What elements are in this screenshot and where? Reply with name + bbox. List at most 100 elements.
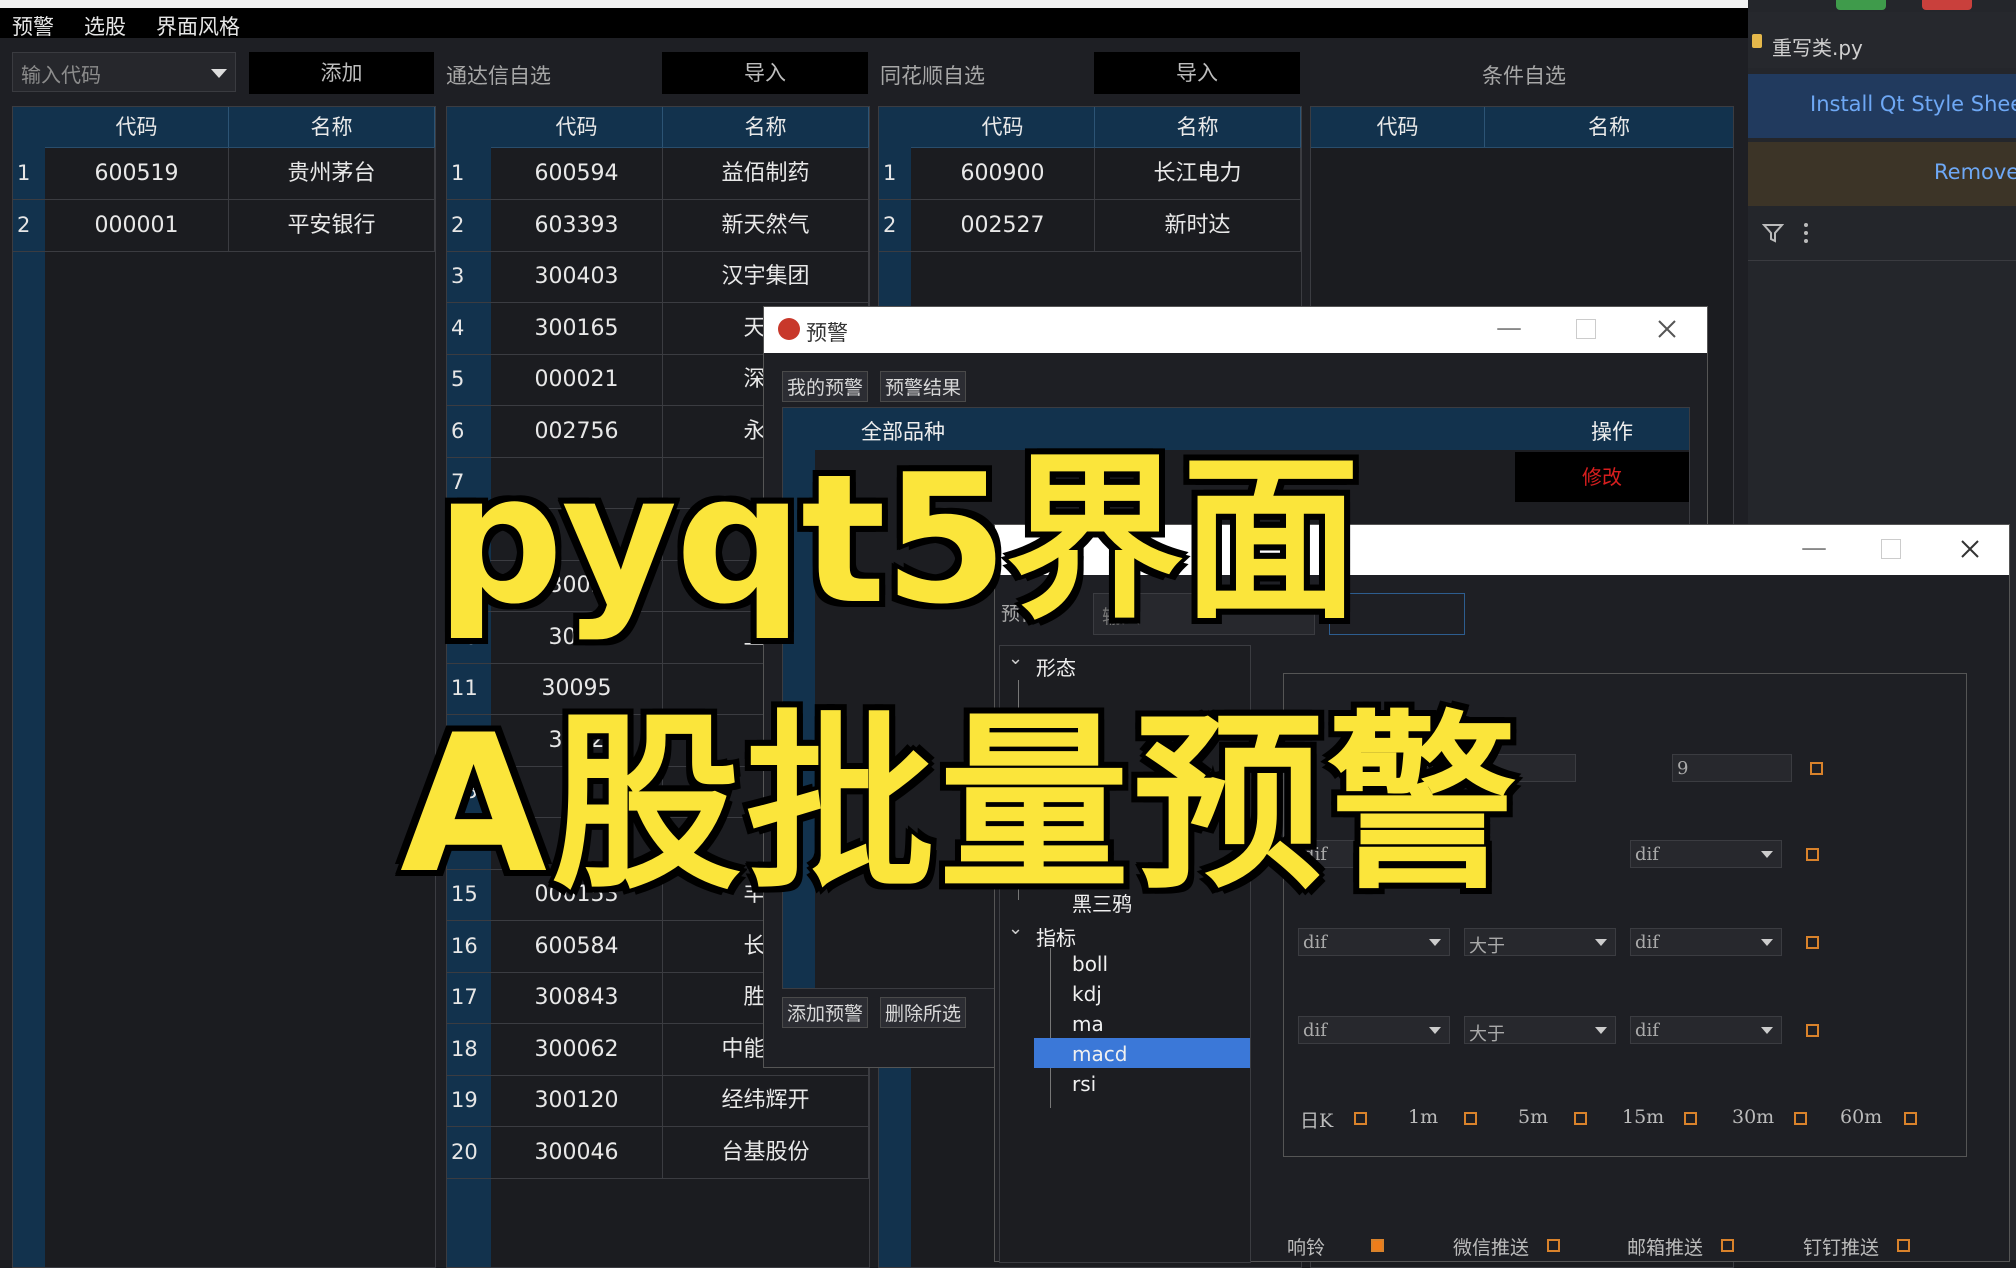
delete-selected-button[interactable]: 删除所选 bbox=[880, 997, 967, 1028]
more-vertical-icon[interactable] bbox=[1802, 222, 1810, 244]
cell-code[interactable]: 300843 bbox=[491, 972, 663, 1023]
cell-name[interactable]: 汉宇集团 bbox=[663, 251, 869, 302]
notify-email-checkbox[interactable] bbox=[1721, 1239, 1734, 1252]
table-row[interactable]: 20 300046 台基股份 bbox=[447, 1126, 869, 1179]
period-30m-checkbox[interactable] bbox=[1794, 1112, 1807, 1125]
row1-right-select[interactable]: dif bbox=[1630, 840, 1782, 868]
column-name[interactable]: 名称 bbox=[229, 107, 435, 147]
row3-op-select[interactable]: 大于 bbox=[1464, 1016, 1616, 1045]
row2-op-select[interactable]: 大于 bbox=[1464, 928, 1616, 957]
ths-import-button[interactable]: 导入 bbox=[1094, 52, 1300, 94]
cell-name[interactable]: 益佰制药 bbox=[663, 148, 869, 199]
cell-code[interactable]: 603393 bbox=[491, 199, 663, 251]
maximize-icon[interactable] bbox=[1576, 319, 1596, 339]
row3-checkbox[interactable] bbox=[1806, 1024, 1819, 1037]
red-button[interactable] bbox=[1922, 0, 1972, 10]
add-button[interactable]: 添加 bbox=[249, 52, 434, 94]
table-row[interactable]: 1 600900 长江电力 bbox=[879, 148, 1301, 200]
minimize-icon[interactable]: — bbox=[1801, 533, 1827, 563]
chevron-down-icon[interactable] bbox=[1761, 939, 1773, 946]
notify-ring-checkbox[interactable] bbox=[1371, 1239, 1384, 1252]
period-15m-checkbox[interactable] bbox=[1684, 1112, 1697, 1125]
column-code[interactable]: 代码 bbox=[1311, 107, 1485, 147]
cell-name[interactable]: 平安银行 bbox=[229, 200, 435, 251]
cell-code[interactable]: 300062 bbox=[491, 1023, 663, 1075]
cell-name[interactable]: 贵州茅台 bbox=[229, 148, 435, 199]
cell-name[interactable]: 台基股份 bbox=[663, 1126, 869, 1178]
param-2-field[interactable]: 9 bbox=[1672, 754, 1792, 782]
close-icon[interactable] bbox=[1657, 319, 1677, 339]
cell-code[interactable]: 300165 bbox=[491, 302, 663, 354]
tree-leaf-boll[interactable]: boll bbox=[1072, 952, 1108, 976]
tree-leaf-ma[interactable]: ma bbox=[1072, 1012, 1104, 1036]
minimize-icon[interactable]: — bbox=[1496, 313, 1522, 343]
period-5m-checkbox[interactable] bbox=[1574, 1112, 1587, 1125]
cell-code[interactable]: 000001 bbox=[45, 200, 229, 251]
table-row[interactable]: 1 600519 贵州茅台 bbox=[13, 148, 435, 200]
row2-checkbox[interactable] bbox=[1806, 936, 1819, 949]
cell-code[interactable]: 300120 bbox=[491, 1075, 663, 1126]
column-code[interactable]: 代码 bbox=[491, 107, 663, 147]
cell-name[interactable]: 新时达 bbox=[1095, 200, 1301, 251]
column-operation[interactable]: 操作 bbox=[1591, 416, 1633, 446]
code-input-combo[interactable]: 输入代码 bbox=[12, 52, 236, 92]
cell-code[interactable]: 002527 bbox=[911, 200, 1095, 251]
chevron-down-icon[interactable] bbox=[1761, 851, 1773, 858]
custom-watchlist-table[interactable]: 代码 名称 1 600519 贵州茅台 2 000001 平安银行 bbox=[12, 106, 436, 1268]
cell-code[interactable]: 600594 bbox=[491, 148, 663, 199]
cell-code[interactable]: 600900 bbox=[911, 148, 1095, 199]
chevron-down-icon[interactable] bbox=[1429, 939, 1441, 946]
row2-right-select[interactable]: dif bbox=[1630, 928, 1782, 956]
row3-right-select[interactable]: dif bbox=[1630, 1016, 1782, 1044]
period-1m-checkbox[interactable] bbox=[1464, 1112, 1477, 1125]
row2-left-select[interactable]: dif bbox=[1298, 928, 1450, 956]
cell-name[interactable]: 经纬辉开 bbox=[663, 1075, 869, 1126]
cell-code[interactable]: 300403 bbox=[491, 251, 663, 302]
tdx-import-button[interactable]: 导入 bbox=[662, 52, 868, 94]
column-code[interactable]: 代码 bbox=[911, 107, 1095, 147]
table-row[interactable]: 3 300403 汉宇集团 bbox=[447, 251, 869, 303]
table-row[interactable]: 2 603393 新天然气 bbox=[447, 199, 869, 252]
add-alert-button[interactable]: 添加预警 bbox=[782, 997, 869, 1028]
table-row[interactable]: 19 300120 经纬辉开 bbox=[447, 1075, 869, 1127]
maximize-icon[interactable] bbox=[1881, 539, 1901, 559]
column-name[interactable]: 名称 bbox=[663, 107, 869, 147]
cell-name[interactable]: 长江电力 bbox=[1095, 148, 1301, 199]
tree-group-indicator[interactable]: 指标 bbox=[1036, 922, 1076, 951]
table-row[interactable]: 1 600594 益佰制药 bbox=[447, 148, 869, 200]
row3-left-select[interactable]: dif bbox=[1298, 1016, 1450, 1044]
filter-icon[interactable] bbox=[1762, 222, 1784, 244]
menu-select-stock[interactable]: 选股 bbox=[84, 11, 126, 41]
param-checkbox[interactable] bbox=[1810, 762, 1823, 775]
cell-code[interactable]: 300046 bbox=[491, 1126, 663, 1178]
chevron-down-icon[interactable] bbox=[1595, 939, 1607, 946]
green-button[interactable] bbox=[1836, 0, 1886, 10]
chevron-down-icon[interactable] bbox=[1761, 1027, 1773, 1034]
column-name[interactable]: 名称 bbox=[1485, 107, 1733, 147]
install-qss-button[interactable]: Install Qt Style Shee bbox=[1748, 74, 2016, 138]
row1-checkbox[interactable] bbox=[1806, 848, 1819, 861]
tree-leaf-rsi[interactable]: rsi bbox=[1072, 1072, 1096, 1096]
chevron-down-icon[interactable] bbox=[1429, 1027, 1441, 1034]
tree-leaf-macd[interactable]: macd bbox=[1072, 1042, 1127, 1066]
menu-theme[interactable]: 界面风格 bbox=[156, 11, 240, 41]
table-row[interactable]: 2 000001 平安银行 bbox=[13, 200, 435, 252]
cell-code[interactable]: 600584 bbox=[491, 920, 663, 972]
close-icon[interactable] bbox=[1960, 539, 1980, 559]
notify-dingtalk-checkbox[interactable] bbox=[1897, 1239, 1910, 1252]
chevron-down-icon[interactable] bbox=[211, 69, 227, 78]
menu-alert[interactable]: 预警 bbox=[12, 11, 54, 41]
chevron-down-icon[interactable] bbox=[1595, 1027, 1607, 1034]
notify-wechat-checkbox[interactable] bbox=[1547, 1239, 1560, 1252]
period-daily-checkbox[interactable] bbox=[1354, 1112, 1367, 1125]
column-name[interactable]: 名称 bbox=[1095, 107, 1301, 147]
file-tab[interactable]: 重写类.py bbox=[1748, 12, 2016, 68]
cell-code[interactable]: 600519 bbox=[45, 148, 229, 199]
tree-leaf-kdj[interactable]: kdj bbox=[1072, 982, 1102, 1006]
column-code[interactable]: 代码 bbox=[45, 107, 229, 147]
cell-name[interactable]: 新天然气 bbox=[663, 199, 869, 251]
table-row[interactable]: 2 002527 新时达 bbox=[879, 200, 1301, 252]
remove-button[interactable]: Remove bbox=[1748, 142, 2016, 206]
period-60m-checkbox[interactable] bbox=[1904, 1112, 1917, 1125]
edit-button[interactable]: 修改 bbox=[1515, 452, 1689, 502]
